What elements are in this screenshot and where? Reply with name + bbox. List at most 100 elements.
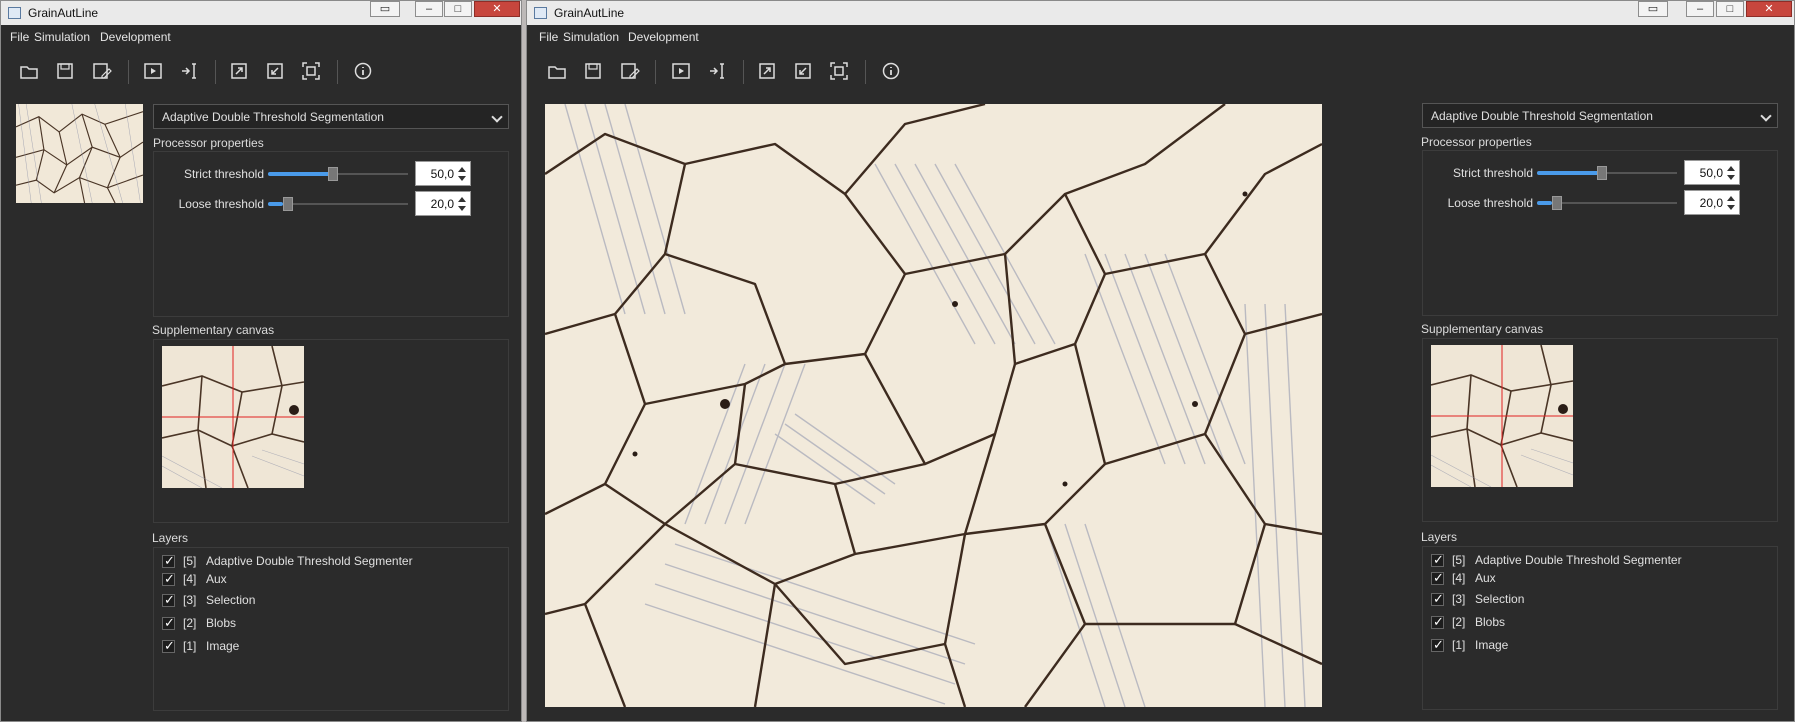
spin-up-icon[interactable]: [1727, 196, 1735, 201]
loose-threshold-slider[interactable]: [268, 197, 408, 211]
close-button[interactable]: ✕: [474, 1, 520, 17]
title-bar[interactable]: GrainAutLine ▭ – □ ✕: [527, 1, 1794, 25]
close-button[interactable]: ✕: [1746, 1, 1792, 17]
strict-threshold-spinbox[interactable]: 50,0: [415, 161, 471, 186]
menu-simulation[interactable]: Simulation: [34, 30, 90, 44]
loose-threshold-spinbox[interactable]: 20,0: [1684, 190, 1740, 215]
strict-threshold-slider[interactable]: [1537, 166, 1677, 180]
processor-properties-title: Processor properties: [1421, 135, 1532, 149]
layer-checkbox[interactable]: [162, 571, 175, 587]
fit-button[interactable]: [825, 57, 853, 85]
layer-checkbox[interactable]: [162, 553, 175, 569]
layer-label: Aux: [1475, 571, 1496, 585]
toolbar-separator: [337, 60, 338, 84]
fit-button[interactable]: [297, 57, 325, 85]
toolbar: [1, 53, 521, 89]
menu-file[interactable]: File: [10, 30, 29, 44]
image-thumbnail-viewer[interactable]: [16, 104, 143, 203]
layer-checkbox[interactable]: [1431, 570, 1444, 586]
chevron-down-icon: [1760, 110, 1772, 122]
loose-threshold-spinbox[interactable]: 20,0: [415, 191, 471, 216]
layer-item[interactable]: [4] Aux: [1431, 570, 1751, 588]
run-button[interactable]: [667, 57, 695, 85]
save-as-button[interactable]: [616, 57, 644, 85]
menu-bar: File Simulation Development: [527, 27, 1794, 49]
save-button[interactable]: [51, 57, 79, 85]
expand-button[interactable]: [753, 57, 781, 85]
layer-checkbox[interactable]: [162, 638, 175, 654]
menu-simulation[interactable]: Simulation: [563, 30, 619, 44]
layer-checkbox[interactable]: [162, 615, 175, 631]
strict-threshold-slider[interactable]: [268, 167, 408, 181]
slider-fill: [268, 202, 283, 206]
save-button[interactable]: [579, 57, 607, 85]
layer-item[interactable]: [2] Blobs: [162, 615, 482, 633]
supplementary-canvas[interactable]: [1431, 345, 1573, 487]
collapse-button[interactable]: [261, 57, 289, 85]
supplementary-canvas[interactable]: [162, 346, 304, 488]
layer-index: [2]: [1452, 615, 1466, 629]
title-bar[interactable]: GrainAutLine ▭ – □ ✕: [1, 1, 521, 25]
restore-button[interactable]: ▭: [1638, 1, 1668, 17]
strict-threshold-label: Strict threshold: [183, 167, 264, 181]
processor-select[interactable]: Adaptive Double Threshold Segmentation: [153, 104, 509, 129]
spin-up-icon[interactable]: [1727, 166, 1735, 171]
layers-panel: [5] Adaptive Double Threshold Segmenter …: [153, 547, 509, 711]
app-window-right[interactable]: GrainAutLine ▭ – □ ✕ File Simulation Dev…: [526, 0, 1795, 722]
info-button[interactable]: [877, 57, 905, 85]
open-button[interactable]: [543, 57, 571, 85]
strict-threshold-spinbox[interactable]: 50,0: [1684, 160, 1740, 185]
collapse-button[interactable]: [789, 57, 817, 85]
processor-select[interactable]: Adaptive Double Threshold Segmentation: [1422, 103, 1778, 128]
processor-select-value: Adaptive Double Threshold Segmentation: [162, 110, 384, 124]
run-button[interactable]: [139, 57, 167, 85]
loose-threshold-slider[interactable]: [1537, 196, 1677, 210]
layer-checkbox[interactable]: [1431, 591, 1444, 607]
layer-item[interactable]: [3] Selection: [1431, 591, 1751, 609]
spin-down-icon[interactable]: [458, 206, 466, 211]
minimize-button[interactable]: –: [1686, 1, 1714, 17]
strict-threshold-value: 50,0: [430, 167, 454, 181]
menu-development[interactable]: Development: [100, 30, 171, 44]
slider-handle[interactable]: [283, 197, 293, 211]
maximize-button[interactable]: □: [444, 1, 472, 17]
layer-checkbox[interactable]: [1431, 637, 1444, 653]
layer-checkbox[interactable]: [1431, 614, 1444, 630]
main-image-viewer[interactable]: [545, 104, 1322, 707]
expand-icon: [231, 63, 247, 79]
layer-item[interactable]: [1] Image: [1431, 637, 1751, 655]
spin-down-icon[interactable]: [458, 176, 466, 181]
app-window-left[interactable]: GrainAutLine ▭ – □ ✕ File Simulation Dev…: [0, 0, 522, 722]
expand-button[interactable]: [225, 57, 253, 85]
menu-file[interactable]: File: [539, 30, 558, 44]
layer-item[interactable]: [4] Aux: [162, 571, 482, 589]
open-button[interactable]: [15, 57, 43, 85]
spin-down-icon[interactable]: [1727, 175, 1735, 180]
layer-item[interactable]: [1] Image: [162, 638, 482, 656]
step-button[interactable]: [703, 57, 731, 85]
layer-item[interactable]: [5] Adaptive Double Threshold Segmenter: [1431, 552, 1751, 570]
step-button[interactable]: [175, 57, 203, 85]
layer-checkbox[interactable]: [162, 592, 175, 608]
layer-item[interactable]: [3] Selection: [162, 592, 482, 610]
loose-threshold-value: 20,0: [430, 197, 454, 211]
layer-item[interactable]: [2] Blobs: [1431, 614, 1751, 632]
app-icon: [8, 7, 21, 19]
slider-handle[interactable]: [1552, 196, 1562, 210]
menu-development[interactable]: Development: [628, 30, 699, 44]
minimize-button[interactable]: –: [415, 1, 443, 17]
layers-title: Layers: [152, 531, 189, 545]
slider-handle[interactable]: [328, 167, 338, 181]
layer-checkbox[interactable]: [1431, 552, 1444, 568]
restore-button[interactable]: ▭: [370, 1, 400, 17]
save-as-button[interactable]: [88, 57, 116, 85]
toolbar-separator: [215, 60, 216, 84]
info-button[interactable]: [349, 57, 377, 85]
spin-up-icon[interactable]: [458, 197, 466, 202]
layer-item[interactable]: [5] Adaptive Double Threshold Segmenter: [162, 553, 482, 571]
slider-handle[interactable]: [1597, 166, 1607, 180]
supplementary-canvas-title: Supplementary canvas: [152, 323, 275, 337]
maximize-button[interactable]: □: [1716, 1, 1744, 17]
spin-up-icon[interactable]: [458, 167, 466, 172]
spin-down-icon[interactable]: [1727, 205, 1735, 210]
